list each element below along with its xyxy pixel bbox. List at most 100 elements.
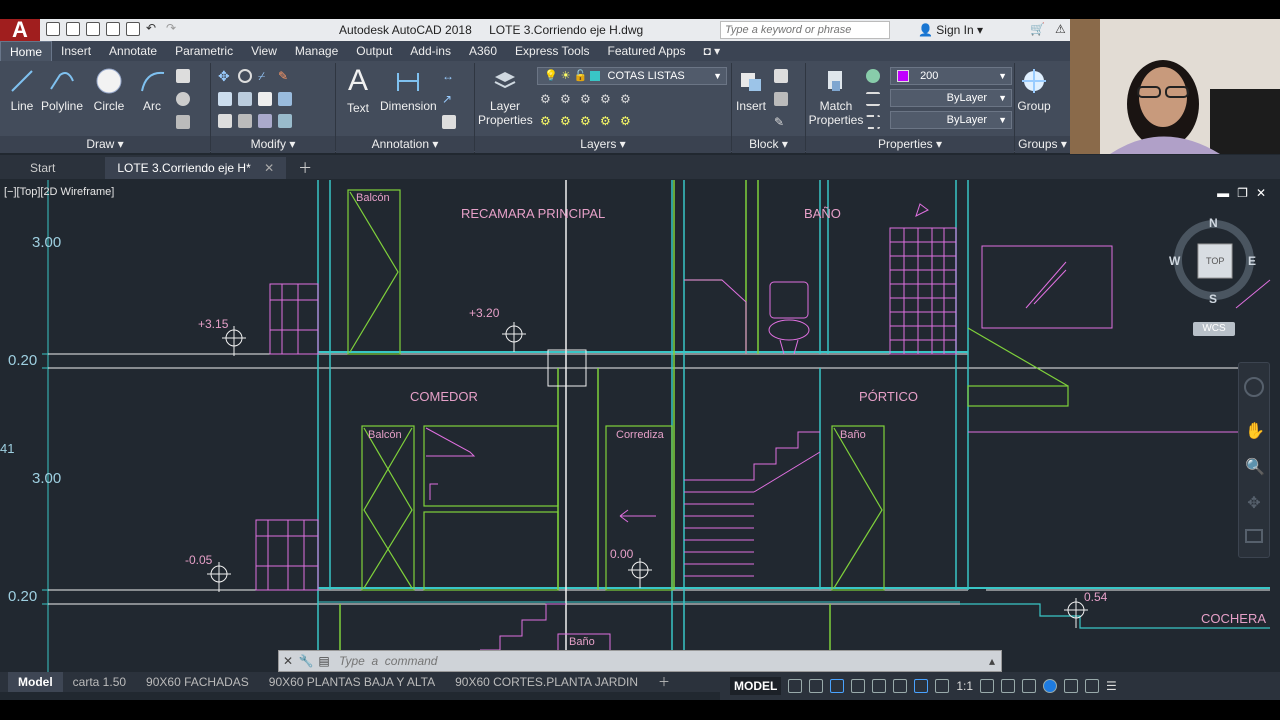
layers-panel-title[interactable]: Layers ▾: [475, 136, 731, 153]
edit-attributes-icon[interactable]: ✎: [774, 115, 788, 129]
new-file-icon[interactable]: [46, 22, 60, 36]
linear-dim-icon[interactable]: ↔: [442, 69, 456, 83]
search-input[interactable]: [720, 21, 890, 39]
layer-dropdown[interactable]: 💡 ☀ 🔓 COTAS LISTAS ▼: [537, 67, 727, 85]
copy-icon[interactable]: [218, 92, 232, 106]
chevron-up-icon[interactable]: ▴: [983, 654, 1001, 668]
layer-lock-icon[interactable]: ⚙: [600, 92, 614, 106]
save-icon[interactable]: [86, 22, 100, 36]
object-track-icon[interactable]: [893, 679, 908, 693]
offset-icon[interactable]: [278, 114, 292, 128]
create-block-icon[interactable]: [774, 69, 788, 83]
print-icon[interactable]: [126, 22, 140, 36]
tab-layout[interactable]: 90X60 PLANTAS BAJA Y ALTA: [259, 672, 445, 692]
minimize-icon[interactable]: ▬: [1217, 186, 1229, 200]
compass-south[interactable]: S: [1209, 292, 1217, 306]
units-icon[interactable]: [1022, 679, 1037, 693]
edit-block-icon[interactable]: [774, 92, 788, 106]
tab-layout[interactable]: carta 1.50: [63, 672, 136, 692]
erase-icon[interactable]: ✎: [278, 69, 292, 83]
explode-icon[interactable]: [278, 92, 292, 106]
array-icon[interactable]: [258, 114, 272, 128]
compass-east[interactable]: E: [1248, 254, 1256, 268]
command-input[interactable]: [333, 654, 983, 668]
modify-panel-title[interactable]: Modify ▾: [211, 136, 335, 153]
tab-manage[interactable]: Manage: [286, 41, 347, 61]
wrench-icon[interactable]: 🔧: [297, 654, 315, 668]
zoom-icon[interactable]: 🔍: [1245, 457, 1265, 476]
tab-add-ins[interactable]: Add-ins: [401, 41, 460, 61]
save-as-icon[interactable]: [106, 22, 120, 36]
add-layout-button[interactable]: ＋: [648, 672, 680, 692]
tab-layout[interactable]: 90X60 FACHADAS: [136, 672, 259, 692]
compass-west[interactable]: W: [1169, 254, 1180, 268]
arc-button[interactable]: Arc: [136, 67, 168, 113]
lineweight-dropdown[interactable]: ByLayer ▼: [890, 111, 1012, 129]
tab-parametric[interactable]: Parametric: [166, 41, 242, 61]
tab-home[interactable]: Home: [0, 41, 53, 61]
layer-on-icon[interactable]: ⚙: [540, 114, 554, 128]
match-properties-button[interactable]: Match Properties: [808, 67, 864, 127]
warning-icon[interactable]: ⚠: [1055, 22, 1066, 36]
tab-start[interactable]: Start: [0, 157, 105, 179]
color-dropdown[interactable]: 200 ▼: [890, 67, 1012, 85]
tab-featured-apps[interactable]: Featured Apps: [599, 41, 695, 61]
sign-in-button[interactable]: 👤 Sign In ▾: [918, 23, 983, 37]
tab-layout[interactable]: 90X60 CORTES.PLANTA JARDIN: [445, 672, 648, 692]
insert-block-button[interactable]: Insert: [734, 67, 768, 113]
move-icon[interactable]: ✥: [218, 69, 232, 83]
layer-thaw-icon[interactable]: ⚙: [560, 114, 574, 128]
tab-view[interactable]: View: [242, 41, 286, 61]
clean-screen-icon[interactable]: [1085, 679, 1100, 693]
layer-unlock-icon[interactable]: ⚙: [580, 114, 594, 128]
isodraft-icon[interactable]: [872, 679, 887, 693]
object-snap-icon[interactable]: [914, 679, 929, 693]
pan-icon[interactable]: ✋: [1245, 421, 1265, 440]
groups-panel-title[interactable]: Groups ▾: [1015, 136, 1070, 153]
viewport-controls-label[interactable]: [−][Top][2D Wireframe]: [4, 186, 114, 198]
viewcube-top-face[interactable]: TOP: [1206, 256, 1224, 266]
close-icon[interactable]: ✕: [264, 161, 274, 175]
redo-icon[interactable]: ↷: [166, 22, 180, 36]
command-history-icon[interactable]: ▤: [315, 654, 333, 668]
steering-wheel-icon[interactable]: [1244, 377, 1264, 397]
close-icon[interactable]: ✕: [1256, 186, 1266, 200]
layer-previous-icon[interactable]: ⚙: [600, 114, 614, 128]
layer-match-icon[interactable]: ⚙: [620, 92, 634, 106]
snap-icon[interactable]: [809, 679, 824, 693]
mirror-icon[interactable]: [238, 92, 252, 106]
layer-properties-button[interactable]: Layer Properties: [478, 67, 533, 127]
polar-icon[interactable]: [851, 679, 866, 693]
close-icon[interactable]: ✕: [279, 654, 297, 668]
tab-output[interactable]: Output: [347, 41, 401, 61]
annotation-scale-icon[interactable]: [935, 679, 950, 693]
linetype-dropdown[interactable]: ByLayer ▼: [890, 89, 1012, 107]
boundary-icon[interactable]: [176, 115, 190, 129]
draw-panel-title[interactable]: Draw ▾: [0, 136, 210, 153]
properties-panel-title[interactable]: Properties ▾: [806, 136, 1014, 153]
rotate-icon[interactable]: [238, 69, 252, 83]
scale-icon[interactable]: [238, 114, 252, 128]
annotation-scale-value[interactable]: 1:1: [956, 679, 973, 693]
layer-freeze-icon[interactable]: ⚙: [580, 92, 594, 106]
hatch-icon[interactable]: [176, 92, 190, 106]
annotation-panel-title[interactable]: Annotation ▾: [336, 136, 474, 153]
layer-walk-icon[interactable]: ⚙: [620, 114, 634, 128]
rectangle-icon[interactable]: [176, 69, 190, 83]
tab-current-drawing[interactable]: LOTE 3.Corriendo eje H* ✕: [105, 157, 287, 179]
stretch-icon[interactable]: [218, 114, 232, 128]
add-icon[interactable]: [1001, 679, 1016, 693]
ortho-icon[interactable]: [830, 679, 845, 693]
gear-icon[interactable]: [980, 679, 995, 693]
layer-off-icon[interactable]: ⚙: [540, 92, 554, 106]
compass-north[interactable]: N: [1209, 216, 1218, 230]
hardware-acceleration-icon[interactable]: [1064, 679, 1079, 693]
showmotion-icon[interactable]: [1245, 529, 1263, 543]
tab-insert[interactable]: Insert: [52, 41, 100, 61]
menu-icon[interactable]: ☰: [1106, 679, 1117, 693]
text-button[interactable]: A Text: [342, 65, 374, 116]
ribbon-options-icon[interactable]: ◘ ▾: [695, 41, 730, 61]
tab-express-tools[interactable]: Express Tools: [506, 41, 598, 61]
model-space-toggle[interactable]: MODEL: [730, 677, 782, 695]
table-icon[interactable]: [442, 115, 456, 129]
